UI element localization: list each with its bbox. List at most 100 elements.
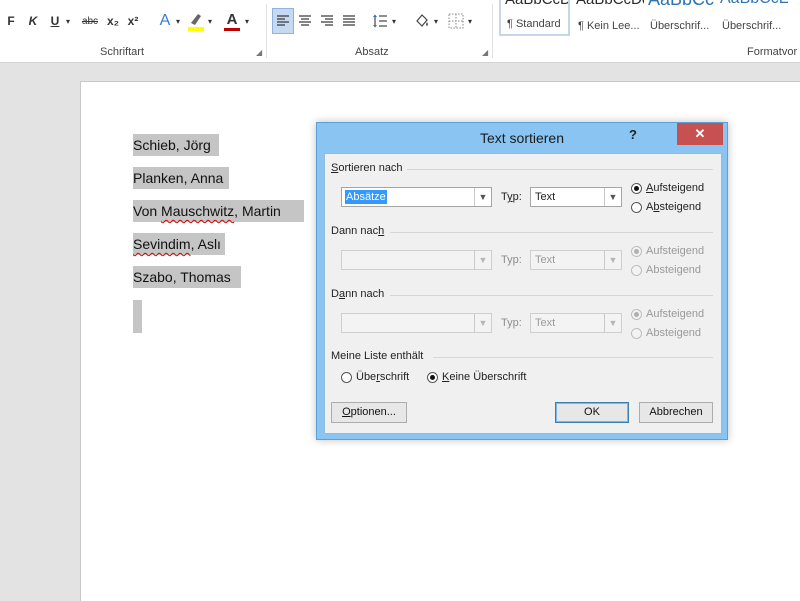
options-button[interactable]: Optionen... [331,402,407,423]
style-kein-leerraum[interactable]: AaBbCcDc ¶ Kein Lee... [572,0,644,36]
type-select[interactable]: Text ▼ [530,313,622,333]
empty-paragraph[interactable] [133,300,142,333]
sort-by-select[interactable]: Absätze ▼ [341,187,492,207]
chevron-down-icon: ▼ [604,251,621,269]
style-name: ¶ Kein Lee... [578,20,640,32]
absatz-launcher-icon[interactable]: ◢ [482,48,488,57]
divider [407,169,713,170]
superscript-button[interactable]: x² [124,8,142,34]
radio-dot [631,308,642,320]
divider [390,232,713,233]
style-standard[interactable]: AaBbCcDc ¶ Standard [499,0,570,36]
list-item[interactable]: Schieb, Jörg [133,134,219,156]
ascending-radio[interactable]: Aufsteigend [631,308,704,320]
line-text: Schieb, Jörg [133,137,211,153]
then-by-select[interactable]: ▼ [341,250,492,270]
style-preview: AaBbCcDc [576,0,644,8]
descending-radio[interactable]: Absteigend [631,201,701,213]
strikethrough-button[interactable]: abc [78,8,102,34]
borders-icon[interactable] [446,8,466,34]
subscript-button[interactable]: x₂ [104,8,122,34]
no-header-row-radio[interactable]: Keine Überschrift [427,371,526,383]
dialog-body: Sortieren nach Absätze ▼ Typ: Text ▼ Auf… [324,153,722,434]
cancel-button[interactable]: Abbrechen [639,402,713,423]
underline-dropdown-icon[interactable]: ▾ [64,8,72,34]
section-label-sort-by: Sortieren nach [331,162,403,174]
radio-dot [341,371,352,383]
align-center-button[interactable] [295,8,315,34]
type-value: Text [535,191,556,203]
highlight-dropdown-icon[interactable]: ▾ [206,8,214,34]
descending-radio[interactable]: Absteigend [631,327,701,339]
font-color-icon[interactable]: A [222,8,242,34]
text-effects-dropdown-icon[interactable]: ▾ [174,8,182,34]
sort-by-value: Absätze [345,190,387,204]
align-right-button[interactable] [317,8,337,34]
type-value: Text [535,317,556,329]
help-icon[interactable]: ? [623,123,643,147]
dialog-title: Text sortieren [479,130,565,146]
descending-radio[interactable]: Absteigend [631,264,701,276]
line-spacing-dropdown-icon[interactable]: ▾ [390,8,398,34]
ok-button[interactable]: OK [555,402,629,423]
ascending-radio[interactable]: Aufsteigend [631,182,704,194]
underline-button[interactable]: U [46,8,64,34]
italic-button[interactable]: K [24,8,42,34]
radio-dot [427,371,438,383]
ribbon: F K U ▾ abc x₂ x² A ▾ ▾ A ▾ Schriftart ◢… [0,0,800,63]
highlight-icon[interactable] [186,8,206,34]
style-ueberschrift-2[interactable]: AaBbCcE Überschrif... [716,0,788,36]
divider [390,295,713,296]
section-label-then-by: Dann nach [331,225,385,237]
type-label: Typ: [501,254,522,266]
style-name: ¶ Standard [507,18,561,30]
header-row-radio[interactable]: Übe r schrift [341,371,409,383]
close-button[interactable]: ✕ [677,123,723,145]
group-label-absatz: Absatz [355,46,389,58]
type-select[interactable]: Text ▼ [530,187,622,207]
type-select[interactable]: Text ▼ [530,250,622,270]
chevron-down-icon: ▼ [604,188,621,206]
then-by-select[interactable]: ▼ [341,313,492,333]
style-preview: AaBbCcE [720,0,788,8]
style-ueberschrift-1[interactable]: AaBbCc Überschrif... [644,0,716,36]
list-item[interactable]: Planken, Anna [133,167,229,189]
list-item[interactable]: Szabo, Thomas [133,266,241,288]
bold-button[interactable]: F [2,8,20,34]
line-text: , Martin [234,203,281,219]
align-left-button[interactable] [272,8,294,34]
radio-dot [631,327,642,339]
line-spacing-icon[interactable] [370,8,390,34]
style-name: Überschrif... [650,20,710,32]
borders-dropdown-icon[interactable]: ▾ [466,8,474,34]
sort-text-dialog: Text sortieren ? ✕ Sortieren nach Absätz… [316,122,728,440]
font-color-dropdown-icon[interactable]: ▾ [243,8,251,34]
chevron-down-icon: ▼ [474,251,491,269]
section-label-list-contains: Meine Liste enthält [331,350,424,362]
shading-dropdown-icon[interactable]: ▾ [432,8,440,34]
group-separator [492,4,493,58]
type-label: Typ: [501,191,522,203]
radio-dot [631,182,642,194]
line-text: Planken, Anna [133,170,224,186]
text-effects-icon[interactable]: A [156,8,174,34]
group-label-schriftart: Schriftart [100,46,145,58]
line-text: Szabo, Thomas [133,269,231,285]
ascending-radio[interactable]: Aufsteigend [631,245,704,257]
style-preview: AaBbCc [648,0,714,10]
shading-icon[interactable] [412,8,432,34]
chevron-down-icon: ▼ [604,314,621,332]
list-item[interactable]: Sevindim, Aslı [133,233,225,255]
chevron-down-icon: ▼ [474,314,491,332]
style-name: Überschrif... [722,20,782,32]
schriftart-launcher-icon[interactable]: ◢ [256,48,262,57]
type-value: Text [535,254,556,266]
group-separator [266,4,267,58]
radio-dot [631,245,642,257]
spelling-error: Mauschwitz [161,203,235,219]
style-preview: AaBbCcDc [505,0,568,8]
radio-dot [631,201,642,213]
group-label-formatvorlagen: Formatvor [747,46,798,58]
justify-button[interactable] [339,8,359,34]
list-item[interactable]: Von Mauschwitz, Martin [133,200,304,222]
